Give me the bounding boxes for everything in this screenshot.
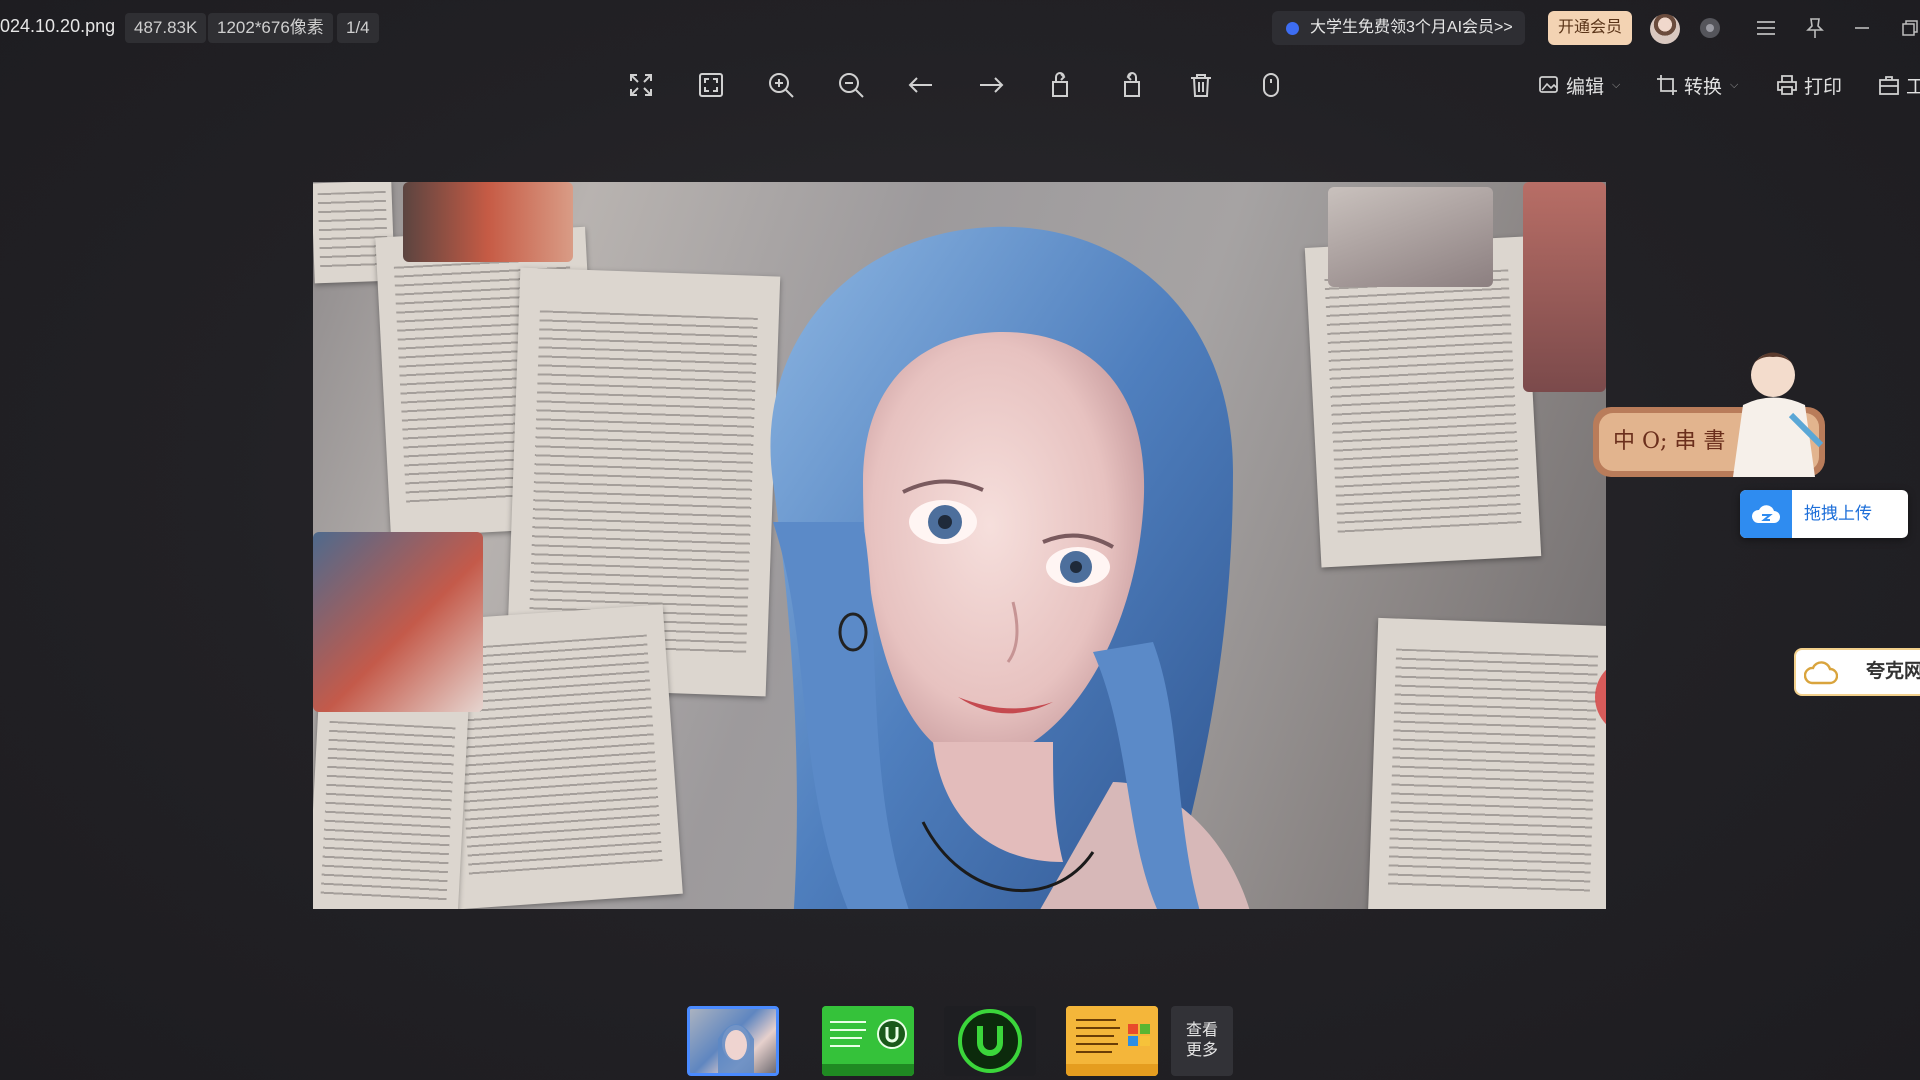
mascot-widget[interactable]: 中 O; 串 書 (1593, 345, 1825, 480)
crop-icon (1657, 75, 1677, 95)
thumbnail-2[interactable] (822, 1006, 914, 1076)
quark-label: 夸克网 (1866, 661, 1920, 682)
toolbox-icon (1879, 76, 1899, 95)
mascot-banner-text: 中 O; 串 書 (1613, 429, 1726, 454)
next-arrow-icon[interactable] (974, 68, 1008, 102)
zoom-in-icon[interactable] (764, 68, 798, 102)
thumbnail-1[interactable] (687, 1006, 779, 1076)
convert-menu[interactable]: 转换 ⌵ (1656, 68, 1738, 102)
cloud-upload-icon (1740, 490, 1792, 538)
poster-art (313, 532, 483, 712)
poster-art (1328, 187, 1493, 287)
view-more-label: 查看 更多 (1186, 1021, 1218, 1061)
chevron-down-icon: ⌵ (1612, 78, 1621, 91)
mascot-illustration (1593, 352, 1825, 477)
zoom-out-icon[interactable] (834, 68, 868, 102)
minimize-icon[interactable] (1846, 12, 1878, 44)
thumbnail-software-ad-image (822, 1006, 914, 1076)
convert-label: 转换 (1684, 76, 1723, 98)
restore-icon[interactable] (1894, 12, 1920, 44)
info-icon[interactable] (1254, 68, 1288, 102)
promo-dot-icon (1286, 22, 1299, 35)
poster-art (403, 182, 573, 262)
promo-banner[interactable]: 大学生免费领3个月AI会员>> (1272, 11, 1525, 45)
rotate-right-icon[interactable] (1114, 68, 1148, 102)
view-more-line-1: 查看 (1185, 1022, 1218, 1039)
vip-button[interactable]: 开通会员 (1548, 11, 1633, 45)
tools-label: 工 (1906, 76, 1920, 98)
thumbnail-u-logo-image (958, 1009, 1022, 1073)
quark-drive-button[interactable]: 夸克网 (1794, 648, 1920, 696)
cloud-icon (1804, 661, 1838, 685)
view-more-line-2: 更多 (1185, 1042, 1218, 1059)
thumbnail-3[interactable] (944, 1006, 1036, 1076)
edit-menu[interactable]: 编辑 ⌵ (1538, 68, 1620, 102)
portrait-illustration (770, 226, 1250, 909)
menu-icon[interactable] (1750, 12, 1782, 44)
chevron-down-icon: ⌵ (1730, 78, 1739, 91)
thumbnail-4[interactable] (1066, 1006, 1158, 1076)
print-button[interactable]: 打印 (1776, 68, 1842, 102)
edit-label: 编辑 (1566, 76, 1605, 98)
file-name: 024.10.20.png (0, 16, 116, 36)
title-bar: 024.10.20.png 487.83K 1202*676像素 1/4 大学生… (0, 0, 1920, 56)
thumbnail-windows-ad-image (1066, 1006, 1158, 1076)
image-dimensions: 1202*676像素 (208, 13, 333, 43)
previous-arrow-icon[interactable] (904, 68, 938, 102)
image-index: 1/4 (337, 13, 379, 43)
tools-menu[interactable]: 工 (1878, 68, 1920, 102)
printer-icon (1777, 75, 1797, 95)
paper-clipping (1367, 617, 1606, 909)
view-more-button[interactable]: 查看 更多 (1171, 1006, 1233, 1076)
upload-label: 拖拽上传 (1804, 504, 1872, 523)
avatar[interactable] (1650, 14, 1680, 44)
fit-window-icon[interactable] (694, 68, 728, 102)
drag-upload-button[interactable]: 拖拽上传 (1740, 490, 1908, 538)
delete-icon[interactable] (1184, 68, 1218, 102)
thumbnail-portrait-image (718, 1024, 754, 1073)
fullscreen-icon[interactable] (624, 68, 658, 102)
print-label: 打印 (1804, 76, 1843, 98)
file-size: 487.83K (125, 13, 207, 43)
paper-clipping (313, 698, 469, 909)
image-edit-icon (1539, 76, 1558, 93)
membership-badge-icon[interactable] (1700, 18, 1720, 38)
main-image[interactable] (313, 182, 1606, 909)
rotate-left-icon[interactable] (1044, 68, 1078, 102)
pin-icon[interactable] (1799, 12, 1831, 44)
promo-text: 大学生免费领3个月AI会员>> (1310, 19, 1513, 36)
